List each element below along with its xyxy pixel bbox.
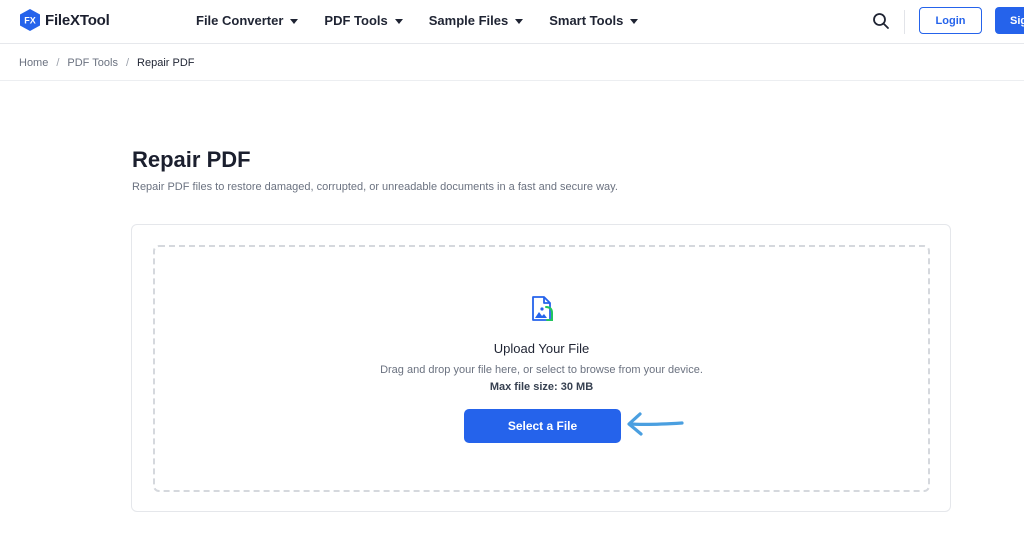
chevron-down-icon [394, 18, 403, 24]
breadcrumb-current: Repair PDF [137, 57, 195, 69]
header-divider [904, 10, 905, 34]
breadcrumb-separator: / [56, 57, 60, 69]
nav-smart-tools[interactable]: Smart Tools [549, 13, 639, 28]
logo-icon: FX [20, 9, 40, 31]
nav-item-label: PDF Tools [324, 13, 388, 28]
max-file-size: Max file size: 30 MB [489, 381, 594, 393]
page-subtitle: Repair PDF files to restore damaged, cor… [132, 181, 618, 193]
upload-description: Drag and drop your file here, or select … [380, 364, 703, 376]
select-file-button[interactable]: Select a File [464, 409, 621, 443]
breadcrumb-pdf-tools[interactable]: PDF Tools [67, 57, 118, 69]
nav-sample-files[interactable]: Sample Files [428, 13, 524, 28]
upload-title: Upload Your File [493, 341, 590, 356]
annotation-arrow-icon [627, 412, 684, 436]
chevron-down-icon [290, 18, 299, 24]
chevron-down-icon [630, 18, 639, 24]
search-icon[interactable] [872, 12, 890, 30]
breadcrumb-separator: / [125, 57, 130, 69]
breadcrumb: Home / PDF Tools / Repair PDF [19, 57, 194, 69]
chevron-down-icon [515, 18, 524, 24]
nav-pdf-tools[interactable]: PDF Tools [324, 13, 403, 28]
signup-button[interactable]: Sign Up [995, 7, 1024, 34]
file-image-icon [532, 296, 553, 321]
nav-item-label: Sample Files [428, 13, 509, 28]
svg-text:FX: FX [24, 16, 36, 26]
brand-logo[interactable]: FX FileXTool [20, 9, 110, 31]
main-nav: File Converter PDF Tools Sample Files Sm… [196, 13, 664, 28]
nav-item-label: File Converter [196, 13, 284, 28]
upload-card: Upload Your File Drag and drop your file… [131, 224, 951, 512]
nav-file-converter[interactable]: File Converter [196, 13, 299, 28]
file-dropzone[interactable]: Upload Your File Drag and drop your file… [153, 245, 930, 492]
login-button[interactable]: Login [919, 7, 982, 34]
page-title: Repair PDF [132, 147, 251, 172]
breadcrumb-home[interactable]: Home [19, 57, 48, 69]
top-navbar: FX FileXTool File Converter PDF Tools Sa… [0, 0, 1024, 44]
brand-name: FileXTool [45, 11, 110, 29]
breadcrumb-divider [0, 80, 1024, 81]
nav-item-label: Smart Tools [549, 13, 624, 28]
